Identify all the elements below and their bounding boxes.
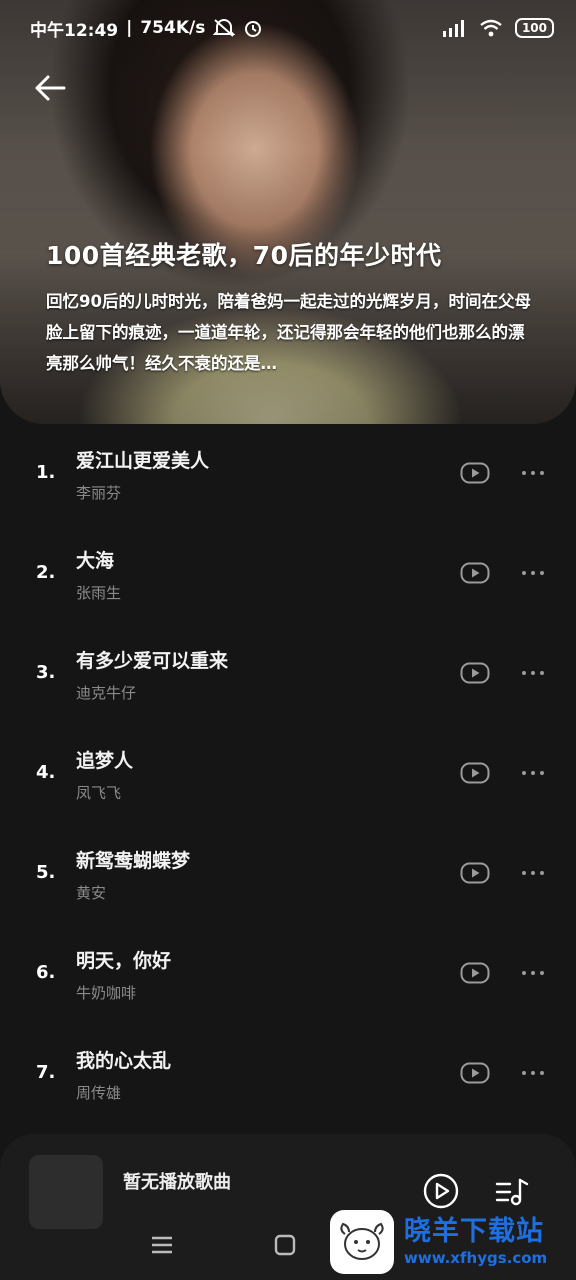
sheep-logo-icon xyxy=(330,1210,394,1274)
more-dots-icon[interactable] xyxy=(520,962,546,984)
more-dots-icon[interactable] xyxy=(520,762,546,784)
play-video-icon[interactable] xyxy=(460,862,490,884)
playlist-title: 100首经典老歌，70后的年少时代 xyxy=(46,241,442,270)
play-video-icon[interactable] xyxy=(460,762,490,784)
playlist-description: 回忆90后的儿时时光，陪着爸妈一起走过的光辉岁月，时间在父母脸上留下的痕迹，一道… xyxy=(46,292,531,373)
more-dots-icon[interactable] xyxy=(520,1062,546,1084)
song-index: 5. xyxy=(36,862,56,883)
watermark: 晓羊下载站 www.xfhygs.com xyxy=(330,1204,576,1280)
more-dots-icon[interactable] xyxy=(520,462,546,484)
song-artist: 牛奶咖啡 xyxy=(76,984,137,1002)
song-title: 追梦人 xyxy=(76,750,134,772)
play-video-icon[interactable] xyxy=(460,562,490,584)
song-list: 1. 爱江山更爱美人 李丽芬 2. 大海 张雨生 3. 有多少爱可以重来 迪克牛… xyxy=(0,438,576,1138)
more-dots-icon[interactable] xyxy=(520,862,546,884)
play-video-icon[interactable] xyxy=(460,462,490,484)
status-speed: 754K/s xyxy=(140,18,206,38)
song-artist: 李丽芬 xyxy=(76,484,122,502)
song-artist: 张雨生 xyxy=(76,584,122,602)
status-time: 中午12:49 xyxy=(30,20,119,41)
home-square-icon[interactable] xyxy=(274,1234,296,1256)
song-artist: 迪克牛仔 xyxy=(76,684,137,702)
song-artist: 凤飞飞 xyxy=(76,784,122,802)
song-row[interactable]: 6. 明天，你好 牛奶咖啡 xyxy=(0,938,576,1038)
song-artist: 黄安 xyxy=(76,884,107,902)
song-index: 3. xyxy=(36,662,56,683)
watermark-url: www.xfhygs.com xyxy=(404,1249,548,1267)
mute-icon xyxy=(213,19,236,37)
song-artist: 周传雄 xyxy=(76,1084,122,1102)
song-title: 爱江山更爱美人 xyxy=(76,450,210,472)
status-divider: | xyxy=(126,18,133,38)
song-index: 4. xyxy=(36,762,56,783)
more-dots-icon[interactable] xyxy=(520,662,546,684)
more-dots-icon[interactable] xyxy=(520,562,546,584)
song-row[interactable]: 7. 我的心太乱 周传雄 xyxy=(0,1038,576,1138)
song-row[interactable]: 2. 大海 张雨生 xyxy=(0,538,576,638)
status-bar: 中午12:49 | 754K/s 100 xyxy=(0,0,576,56)
back-arrow-icon[interactable] xyxy=(30,70,70,106)
song-index: 6. xyxy=(36,962,56,983)
song-index: 7. xyxy=(36,1062,56,1083)
alarm-icon xyxy=(245,21,262,37)
signal-icon xyxy=(442,20,464,37)
song-row[interactable]: 1. 爱江山更爱美人 李丽芬 xyxy=(0,438,576,538)
song-title: 有多少爱可以重来 xyxy=(76,650,229,672)
play-video-icon[interactable] xyxy=(460,662,490,684)
play-video-icon[interactable] xyxy=(460,962,490,984)
song-row[interactable]: 5. 新鸳鸯蝴蝶梦 黄安 xyxy=(0,838,576,938)
song-title: 我的心太乱 xyxy=(76,1050,172,1072)
song-title: 明天，你好 xyxy=(76,950,172,972)
now-playing-text: 暂无播放歌曲 xyxy=(123,1172,231,1193)
song-index: 1. xyxy=(36,462,56,483)
play-video-icon[interactable] xyxy=(460,1062,490,1084)
song-index: 2. xyxy=(36,562,56,583)
song-row[interactable]: 4. 追梦人 凤飞飞 xyxy=(0,738,576,838)
menu-icon[interactable] xyxy=(150,1236,174,1254)
song-title: 大海 xyxy=(76,550,115,572)
battery-indicator: 100 xyxy=(514,18,554,38)
song-title: 新鸳鸯蝴蝶梦 xyxy=(76,850,191,872)
watermark-title: 晓羊下载站 xyxy=(404,1216,544,1247)
wifi-icon xyxy=(480,19,502,37)
song-row[interactable]: 3. 有多少爱可以重来 迪克牛仔 xyxy=(0,638,576,738)
